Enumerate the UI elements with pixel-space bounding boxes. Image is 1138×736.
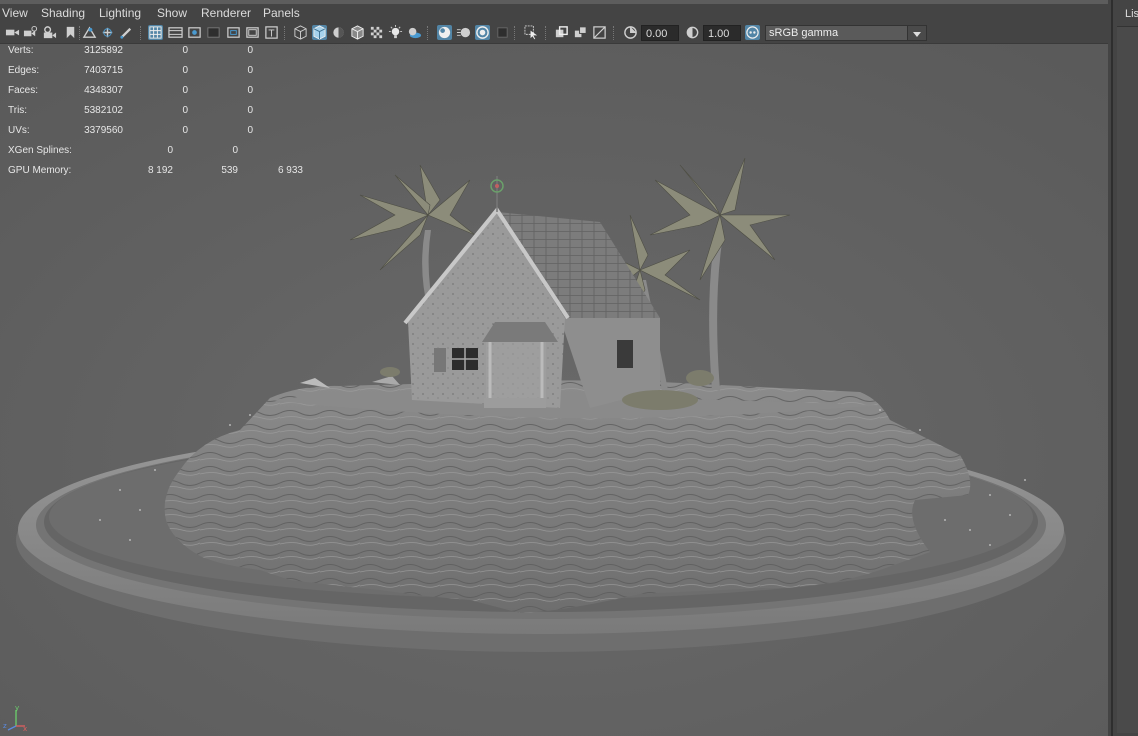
hud-value: 539 [221,165,238,176]
backface-culling-icon[interactable] [592,25,607,40]
axis-label-x: x [23,725,27,732]
hud-value: 0 [167,145,173,156]
xray-icon[interactable] [554,25,569,40]
menu-shading[interactable]: Shading [41,6,85,20]
view-transform-dropdown[interactable]: sRGB gamma [765,25,927,41]
hud-label-verts: Verts: [8,45,34,56]
toolbar-separator [284,26,287,40]
lights-icon[interactable] [388,25,403,40]
menu-show[interactable]: Show [157,6,187,20]
grease-pencil-icon[interactable] [119,25,134,40]
grid-icon[interactable] [148,25,163,40]
color-management-icon[interactable] [745,25,760,40]
hud-label-edges: Edges: [8,65,40,76]
axis-label-z: z [3,722,7,730]
menu-panels[interactable]: Panels [263,6,300,20]
hud-value: 0 [182,45,188,56]
resolution-gate-icon[interactable] [187,25,202,40]
hud-value: 3379560 [84,125,123,136]
axis-gizmo-icon: y z x [3,704,27,732]
anti-aliasing-icon[interactable] [475,25,490,40]
hud-value: 0 [247,65,253,76]
isolate-select-icon[interactable] [524,25,539,40]
outliner-panel: Lis [1111,0,1138,736]
wireframe-icon[interactable] [293,25,308,40]
hud-value: 8 192 [147,165,173,176]
hud-label-xgen-splines: XGen Splines: [8,145,72,156]
hud-label-faces: Faces: [8,85,39,96]
hud-value: 0 [247,125,253,136]
hud-value: 0 [182,125,188,136]
hud-value: 0 [247,85,253,96]
film-gate-icon[interactable] [168,25,183,40]
safe-action-icon[interactable] [245,25,260,40]
hud-value: 0 [232,145,238,156]
xray-joints-icon[interactable] [573,25,588,40]
depth-of-field-icon[interactable] [495,25,510,40]
svg-text:T: T [268,28,275,39]
field-chart-icon[interactable] [226,25,241,40]
viewport-toolbar: T 0.00 1.00 sRGB gamma [0,23,1108,44]
hud-value: 0 [182,85,188,96]
hud-value: 7403715 [84,65,123,76]
menu-lighting[interactable]: Lighting [99,6,141,20]
image-plane-icon[interactable] [82,25,97,40]
toolbar-separator [514,26,517,40]
lock-camera-icon[interactable] [23,25,38,40]
safe-title-icon[interactable]: T [264,25,279,40]
bookmarks-icon[interactable] [63,25,78,40]
gate-mask-icon[interactable] [206,25,221,40]
toolbar-separator [140,26,143,40]
hud-value: 4348307 [84,85,123,96]
outliner-list[interactable] [1117,26,1138,733]
camera-attributes-icon[interactable] [42,25,57,40]
two-d-pan-zoom-icon[interactable] [100,25,115,40]
smooth-shade-icon[interactable] [312,25,327,40]
hud-value: 0 [247,45,253,56]
wireframe-on-shaded-icon[interactable] [350,25,365,40]
hud-label-tris: Tris: [8,105,28,116]
hud-value: 0 [182,105,188,116]
toolbar-separator [427,26,430,40]
shadows-icon[interactable] [407,25,422,40]
axis-label-y: y [15,704,19,712]
select-camera-icon[interactable] [5,25,20,40]
hud-value: 5382102 [84,105,123,116]
textured-icon[interactable] [369,25,384,40]
hud-value: 3125892 [84,45,123,56]
outliner-tab[interactable]: Lis [1125,8,1138,20]
exposure-field[interactable]: 0.00 [641,25,679,41]
gamma-icon[interactable] [685,25,700,40]
exposure-icon[interactable] [623,25,638,40]
toolbar-separator [545,26,548,40]
chevron-down-icon[interactable] [907,26,926,40]
hud-label-uvs: UVs: [8,125,30,136]
menu-renderer[interactable]: Renderer [201,6,251,20]
menu-view[interactable]: View [2,6,28,20]
gamma-field[interactable]: 1.00 [703,25,741,41]
motion-blur-icon[interactable] [456,25,471,40]
view-transform-value: sRGB gamma [769,27,839,39]
hud-value: 0 [182,65,188,76]
island-rock [164,376,971,613]
screen-space-ao-icon[interactable] [437,25,452,40]
hud-label-gpu-memory: GPU Memory: [8,165,72,176]
viewport-panel[interactable]: View Shading Lighting Show Renderer Pane… [0,0,1108,736]
hud-value: 0 [247,105,253,116]
toolbar-separator [613,26,616,40]
default-material-icon[interactable] [331,25,346,40]
hud-value: 6 933 [277,165,303,176]
viewport-menubar: View Shading Lighting Show Renderer Pane… [0,4,1108,24]
